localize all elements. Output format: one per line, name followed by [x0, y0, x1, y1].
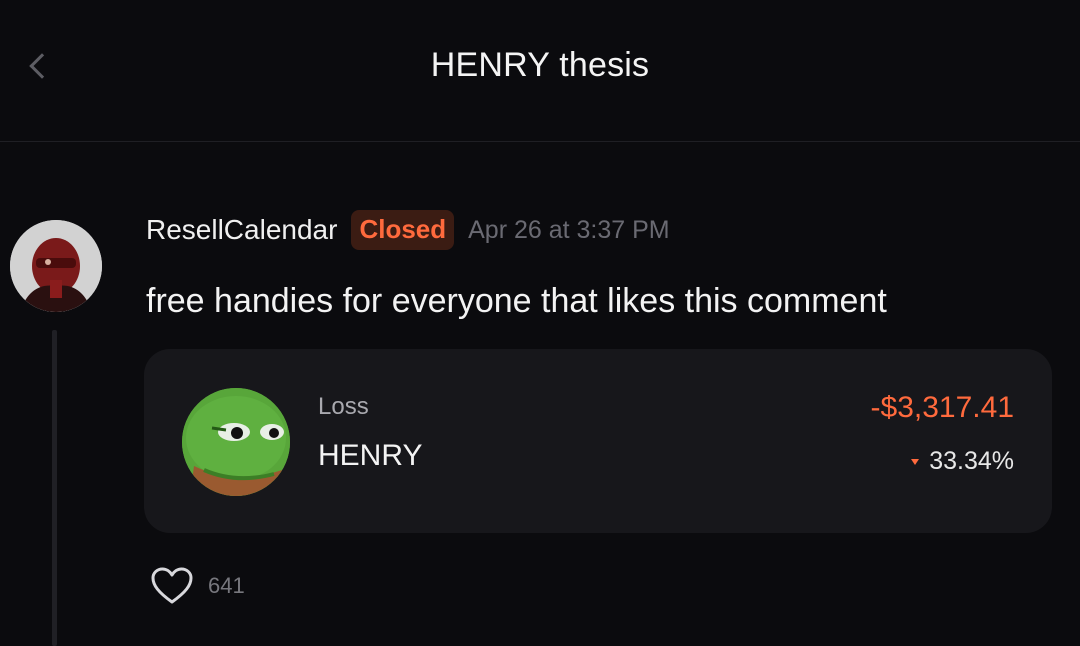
page-title: HENRY thesis [430, 46, 650, 84]
like-button[interactable]: 641 [150, 566, 245, 606]
down-triangle-icon [911, 458, 920, 465]
timestamp: Apr 26 at 3:37 PM [468, 215, 670, 244]
thread-line [52, 330, 57, 646]
app-root: HENRY thesis ResellCalendar Closed Apr 2… [0, 0, 1080, 646]
comment-meta: ResellCalendar Closed Apr 26 at 3:37 PM [146, 207, 670, 253]
status-badge: Closed [351, 210, 455, 250]
pnl-value: -$3,317.41 [870, 391, 1014, 424]
frog-coin-image [182, 388, 290, 496]
user-avatar-image [10, 220, 102, 312]
coin-avatar [182, 388, 290, 496]
trade-card[interactable]: Loss HENRY -$3,317.41 33.34% [144, 349, 1052, 533]
ticker-symbol: HENRY [318, 439, 423, 472]
like-count: 641 [208, 573, 245, 598]
avatar[interactable] [10, 220, 102, 312]
trade-result-label: Loss [318, 393, 369, 420]
header-bar: HENRY thesis [0, 0, 1080, 142]
percent-change: 33.34% [911, 447, 1014, 476]
comment-text: free handies for everyone that likes thi… [146, 282, 887, 320]
username[interactable]: ResellCalendar [146, 214, 337, 246]
heart-icon [151, 567, 193, 604]
percent-value: 33.34% [929, 447, 1014, 475]
